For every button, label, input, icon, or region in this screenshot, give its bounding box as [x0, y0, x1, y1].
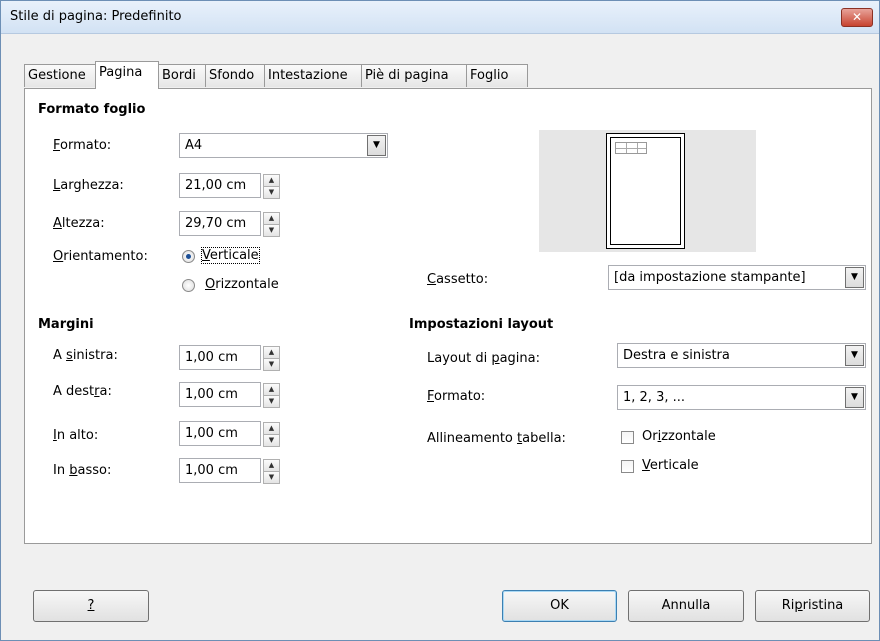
spin-down-icon[interactable]: ▼	[263, 434, 280, 447]
margin-right-spin-buttons[interactable]: ▲ ▼	[263, 382, 280, 408]
spin-down-icon[interactable]: ▼	[263, 471, 280, 484]
format-select[interactable]: A4 ▼	[179, 133, 388, 158]
height-label: Altezza:	[53, 216, 105, 231]
tab-intestazione[interactable]: Intestazione	[264, 64, 362, 87]
number-format-select[interactable]: 1, 2, 3, ... ▼	[617, 385, 866, 410]
horizontal-align-checkbox[interactable]	[621, 431, 634, 444]
portrait-label[interactable]: Verticale	[201, 247, 260, 264]
margin-bottom-label: In basso:	[53, 463, 112, 478]
margin-top-input[interactable]: 1,00 cm	[179, 421, 261, 446]
height-input[interactable]: 29,70 cm	[179, 211, 261, 236]
page-preview-margins	[610, 137, 681, 245]
horizontal-align-label[interactable]: Orizzontale	[642, 429, 716, 444]
margin-top-spin-buttons[interactable]: ▲ ▼	[263, 421, 280, 447]
reset-button[interactable]: Ripristina	[755, 590, 870, 622]
margin-top-label: In alto:	[53, 428, 99, 443]
orientation-label: Orientamento:	[53, 249, 148, 264]
page-preview-sheet	[606, 133, 685, 249]
help-button[interactable]: ?	[33, 590, 149, 622]
chevron-down-icon[interactable]: ▼	[845, 267, 864, 288]
paper-format-heading: Formato foglio	[38, 102, 146, 117]
margin-right-input[interactable]: 1,00 cm	[179, 382, 261, 407]
chevron-down-icon[interactable]: ▼	[845, 345, 864, 366]
page-preview	[539, 130, 756, 252]
page-layout-label: Layout di pagina:	[427, 351, 541, 366]
landscape-radio[interactable]	[182, 279, 195, 292]
dialog-title: Stile di pagina: Predefinito	[10, 9, 182, 24]
tab-foglio[interactable]: Foglio	[466, 64, 528, 87]
height-spin-buttons[interactable]: ▲ ▼	[263, 211, 280, 237]
tab-gestione[interactable]: Gestione	[24, 64, 96, 87]
format-label: Formato:	[53, 138, 112, 153]
margin-left-input[interactable]: 1,00 cm	[179, 345, 261, 370]
tray-label: Cassetto:	[427, 272, 489, 287]
table-alignment-label: Allineamento tabella:	[427, 431, 566, 446]
margin-bottom-spin-buttons[interactable]: ▲ ▼	[263, 458, 280, 484]
width-input[interactable]: 21,00 cm	[179, 173, 261, 198]
landscape-label[interactable]: Orizzontale	[205, 277, 279, 292]
margin-bottom-input[interactable]: 1,00 cm	[179, 458, 261, 483]
margin-left-label: A sinistra:	[53, 348, 118, 363]
portrait-radio[interactable]	[182, 250, 195, 263]
width-spin-buttons[interactable]: ▲ ▼	[263, 173, 280, 199]
vertical-align-checkbox[interactable]	[621, 460, 634, 473]
margin-left-spin-buttons[interactable]: ▲ ▼	[263, 345, 280, 371]
chevron-down-icon[interactable]: ▼	[845, 387, 864, 408]
tab-pie-di-pagina[interactable]: Piè di pagina	[361, 64, 467, 87]
spin-down-icon[interactable]: ▼	[263, 358, 280, 371]
page-layout-select[interactable]: Destra e sinistra ▼	[617, 343, 866, 368]
margins-heading: Margini	[38, 317, 94, 332]
spin-down-icon[interactable]: ▼	[263, 395, 280, 408]
ok-button[interactable]: OK	[502, 590, 617, 622]
tab-bordi[interactable]: Bordi	[158, 64, 206, 87]
spin-down-icon[interactable]: ▼	[263, 186, 280, 199]
spin-down-icon[interactable]: ▼	[263, 224, 280, 237]
width-label: Larghezza:	[53, 178, 124, 193]
number-format-label: Formato:	[427, 389, 486, 404]
page-style-dialog: Stile di pagina: Predefinito ✕ Gestione …	[0, 0, 880, 641]
tab-pagina[interactable]: Pagina	[95, 61, 159, 89]
vertical-align-label[interactable]: Verticale	[642, 458, 699, 473]
close-icon[interactable]: ✕	[841, 8, 873, 27]
tab-panel-pagina: Formato foglio Formato: A4 ▼ Larghezza: …	[24, 88, 872, 544]
tray-select[interactable]: [da impostazione stampante] ▼	[608, 265, 866, 290]
chevron-down-icon[interactable]: ▼	[367, 135, 386, 156]
cancel-button[interactable]: Annulla	[628, 590, 744, 622]
title-bar: Stile di pagina: Predefinito ✕	[1, 1, 879, 34]
tab-sfondo[interactable]: Sfondo	[205, 64, 265, 87]
layout-settings-heading: Impostazioni layout	[409, 317, 554, 332]
margin-right-label: A destra:	[53, 384, 112, 399]
table-grid-icon	[615, 142, 647, 154]
